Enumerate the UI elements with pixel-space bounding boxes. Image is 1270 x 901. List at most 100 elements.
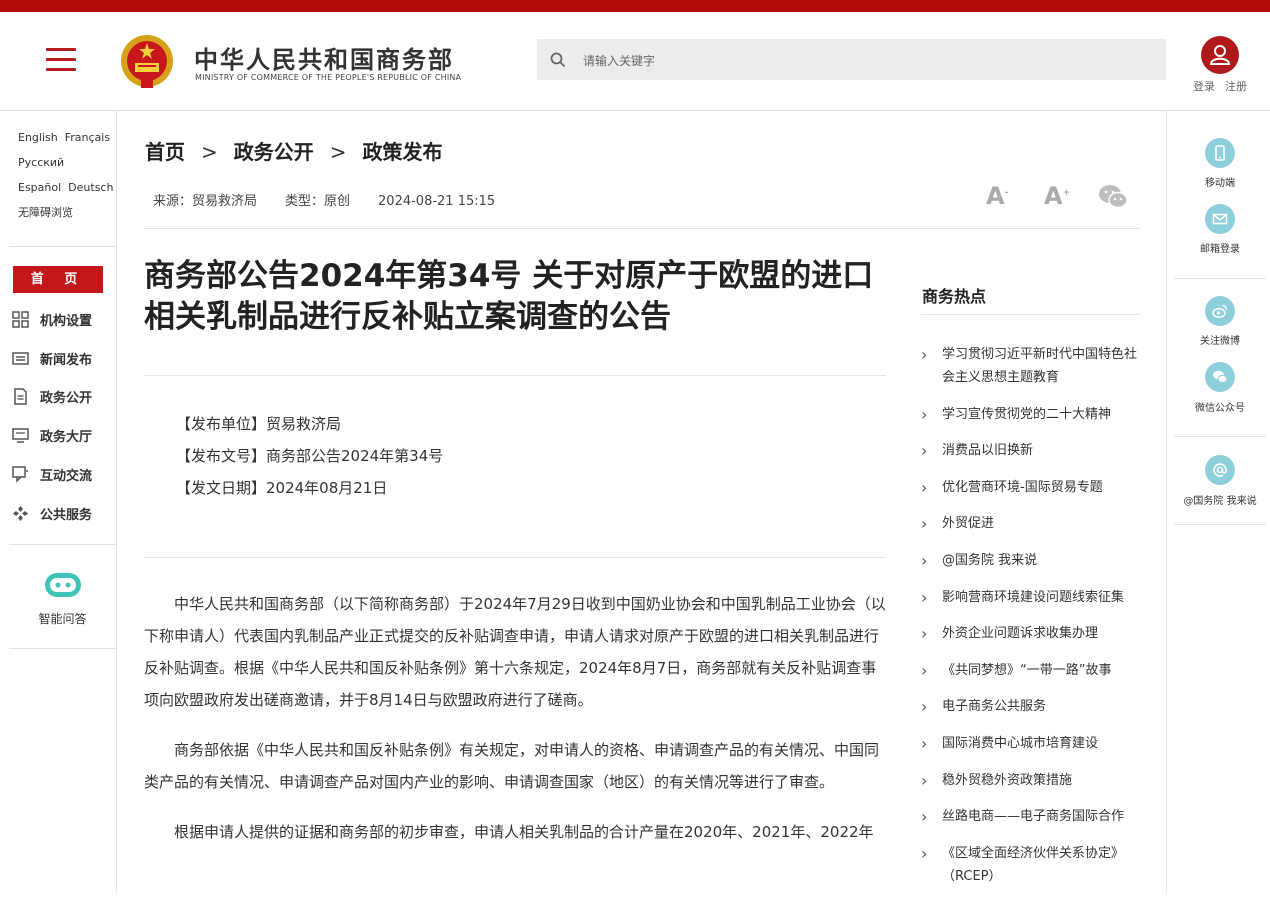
hot-topic-item[interactable]: 学习宣传贯彻党的二十大精神: [921, 403, 1139, 426]
site-logo-title[interactable]: 中华人民共和国商务部: [194, 40, 454, 75]
news-icon: [12, 352, 29, 365]
user-links: 登录 注册: [1193, 78, 1257, 94]
search-icon[interactable]: [549, 51, 567, 69]
lang-french[interactable]: Français: [65, 131, 110, 144]
hot-topic-item[interactable]: 丝路电商——电子商务国际合作: [921, 805, 1139, 828]
right-divider: [1174, 524, 1266, 525]
article-meta: 来源：贸易救济局 类型：原创 2024-08-21 15:15: [153, 190, 523, 209]
meta-type: 类型：原创: [285, 194, 351, 209]
search-bar: [537, 39, 1166, 82]
hot-topics-title: 商务热点: [922, 287, 987, 306]
menu-icon[interactable]: [46, 48, 76, 74]
chevron-right-icon: >: [201, 140, 218, 164]
chat-icon: [12, 466, 28, 483]
site-logo-subtitle: MINISTRY OF COMMERCE OF THE PEOPLE'S REP…: [195, 73, 462, 82]
hot-topic-item[interactable]: 电子商务公共服务: [921, 695, 1139, 718]
monitor-icon: [12, 428, 29, 443]
network-icon: [13, 506, 28, 521]
paragraph: 中华人民共和国商务部（以下简称商务部）于2024年7月29日收到中国奶业协会和中…: [144, 595, 886, 709]
breadcrumb-home[interactable]: 首页: [145, 140, 185, 164]
breadcrumb: 首页 > 政务公开 > 政策发布: [145, 136, 443, 165]
right-column-border: [1166, 110, 1167, 893]
paragraph: 根据申请人提供的证据和商务部的初步审查，申请人相关乳制品的合计产量在2020年、…: [174, 823, 874, 841]
hot-topic-item[interactable]: 《共同梦想》“一带一路”故事: [921, 659, 1139, 682]
at-sign-icon[interactable]: [1205, 455, 1235, 485]
article-body: 中华人民共和国商务部（以下简称商务部）于2024年7月29日收到中国奶业协会和中…: [144, 588, 886, 866]
assistant-label[interactable]: 智能问答: [9, 610, 116, 627]
left-divider: [9, 544, 116, 545]
sidebar-item-interaction[interactable]: 互动交流: [12, 464, 116, 484]
sidebar-item-label: 政务大厅: [40, 430, 93, 445]
issue-date-line: 【发文日期】2024年08月21日: [176, 479, 388, 497]
right-divider: [1174, 278, 1266, 279]
hot-topic-item[interactable]: 消费品以旧换新: [921, 439, 1139, 462]
sidebar-item-label: 新闻发布: [40, 353, 93, 368]
accessibility-link[interactable]: 无障碍浏览: [18, 206, 73, 219]
search-input[interactable]: [581, 39, 1145, 82]
right-divider: [1174, 436, 1266, 437]
mobile-icon[interactable]: [1205, 138, 1235, 168]
wechat-share-icon[interactable]: [1098, 184, 1128, 210]
wechat-label[interactable]: 微信公众号: [1170, 399, 1270, 414]
mail-icon[interactable]: [1205, 204, 1235, 234]
register-link[interactable]: 注册: [1225, 80, 1247, 93]
lang-english[interactable]: English: [18, 131, 58, 144]
doc-number-line: 【发布文号】商务部公告2024年第34号: [176, 447, 444, 465]
mail-label[interactable]: 邮箱登录: [1170, 240, 1270, 255]
top-accent-bar: [0, 0, 1270, 12]
weibo-icon[interactable]: [1205, 296, 1235, 326]
mobile-label[interactable]: 移动端: [1170, 174, 1270, 189]
national-emblem-icon: [121, 35, 173, 88]
lang-spanish[interactable]: Español: [18, 181, 61, 194]
hot-topic-item[interactable]: 外贸促进: [921, 512, 1139, 535]
left-divider: [9, 246, 116, 247]
hot-topic-item[interactable]: 《区域全面经济伙伴关系协定》（RCEP）: [921, 842, 1139, 888]
home-button[interactable]: 首 页: [13, 266, 103, 293]
sidebar-item-label: 机构设置: [40, 314, 93, 329]
article-title: 商务部公告2024年第34号 关于对原产于欧盟的进口相关乳制品进行反补贴立案调查…: [144, 258, 874, 335]
left-column-border: [116, 110, 117, 893]
paragraph: 商务部依据《中华人民共和国反补贴条例》有关规定，对申请人的资格、申请调查产品的有…: [144, 741, 880, 791]
title-divider: [144, 375, 886, 376]
font-increase-button[interactable]: A-: [986, 182, 1008, 210]
hot-topic-item[interactable]: 影响营商环境建设问题线索征集: [921, 586, 1139, 609]
breadcrumb-policy[interactable]: 政策发布: [363, 140, 443, 164]
hot-topics-list: 学习贯彻习近平新时代中国特色社会主义思想主题教育 学习宣传贯彻党的二十大精神 消…: [921, 343, 1139, 901]
lang-russian[interactable]: Русский: [18, 156, 64, 169]
sidebar-item-public-service[interactable]: 公共服务: [12, 503, 116, 523]
chevron-right-icon: >: [329, 140, 347, 164]
hot-topic-item[interactable]: 优化营商环境-国际贸易专题: [921, 476, 1139, 499]
meta-source: 来源：贸易救济局: [153, 194, 258, 209]
info-divider: [144, 557, 886, 558]
sidebar-item-news[interactable]: 新闻发布: [12, 348, 116, 368]
font-decrease-button[interactable]: A+: [1044, 182, 1070, 210]
user-avatar-icon[interactable]: [1201, 36, 1239, 74]
grid-icon: [12, 311, 29, 328]
sidebar-item-label: 互动交流: [40, 469, 93, 484]
issuer-line: 【发布单位】贸易救济局: [176, 415, 342, 433]
hot-topic-item[interactable]: 外资企业问题诉求收集办理: [921, 622, 1139, 645]
wechat-icon[interactable]: [1205, 362, 1235, 392]
weibo-label[interactable]: 关注微博: [1170, 332, 1270, 347]
login-link[interactable]: 登录: [1193, 80, 1215, 93]
sidebar-item-service-hall[interactable]: 政务大厅: [12, 425, 116, 445]
article-info: 【发布单位】贸易救济局 【发布文号】商务部公告2024年第34号 【发文日期】2…: [176, 408, 443, 504]
site-header: 中华人民共和国商务部 MINISTRY OF COMMERCE OF THE P…: [0, 12, 1270, 111]
meta-divider: [144, 228, 1139, 229]
hot-topic-item[interactable]: 学习贯彻习近平新时代中国特色社会主义思想主题教育: [921, 343, 1139, 389]
hot-topic-item[interactable]: 稳外贸稳外资政策措施: [921, 769, 1139, 792]
meta-datetime: 2024-08-21 15:15: [378, 194, 496, 209]
hot-topic-item[interactable]: 国际消费中心城市培育建设: [921, 732, 1139, 755]
left-divider: [9, 648, 116, 649]
document-icon: [14, 388, 27, 405]
breadcrumb-open-government[interactable]: 政务公开: [234, 140, 314, 164]
sidebar-item-open-government[interactable]: 政务公开: [12, 386, 116, 406]
gwy-label[interactable]: @国务院 我来说: [1170, 492, 1270, 507]
language-switcher: English Français Русский Español Deutsch 无…: [9, 125, 116, 225]
sidebar-item-label: 政务公开: [40, 391, 93, 406]
hot-topics-divider: [921, 314, 1139, 315]
lang-german[interactable]: Deutsch: [68, 181, 113, 194]
sidebar-item-organization[interactable]: 机构设置: [12, 309, 116, 329]
robot-assistant-icon[interactable]: [43, 570, 83, 600]
hot-topic-item[interactable]: @国务院 我来说: [921, 549, 1139, 572]
